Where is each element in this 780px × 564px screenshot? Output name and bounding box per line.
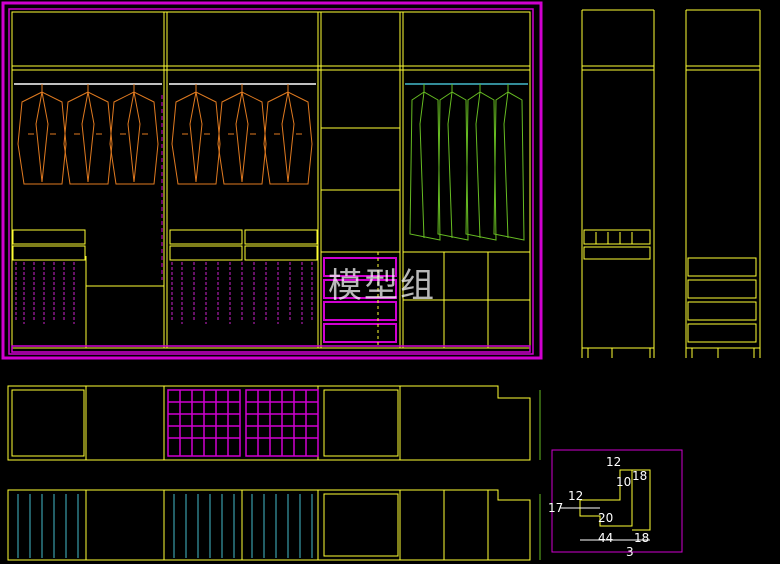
wardrobe-front-elevation: [1, 1, 543, 360]
outer-frame-magenta: [1, 1, 543, 360]
dimension-label: 18: [634, 531, 649, 545]
dimension-label: 3: [626, 545, 634, 559]
dimension-label: 20: [598, 511, 613, 525]
drawer: [323, 279, 397, 299]
dimension-label: 12: [568, 489, 583, 503]
cad-drawing-canvas: 12 18 10 12 17 20 44 3 18: [1, 1, 761, 561]
dimension-label: 17: [548, 501, 563, 515]
dimension-label: 12: [606, 455, 621, 469]
dimension-label: 44: [598, 531, 613, 545]
drawer: [323, 301, 397, 321]
drawer: [323, 257, 397, 277]
door-elevation: [7, 489, 541, 561]
dimension-label: 18: [632, 469, 647, 483]
dimension-label: 10: [616, 475, 631, 489]
hanging-coats: [409, 84, 525, 241]
side-section-b: [685, 9, 761, 358]
drawer: [323, 323, 397, 343]
hanging-jackets: [17, 84, 313, 185]
profile-detail: 12 18 10 12 17 20 44 3 18: [548, 449, 683, 559]
cabinet-outline: [11, 11, 531, 349]
side-section-a: [581, 9, 655, 358]
plan-view: [7, 385, 541, 461]
